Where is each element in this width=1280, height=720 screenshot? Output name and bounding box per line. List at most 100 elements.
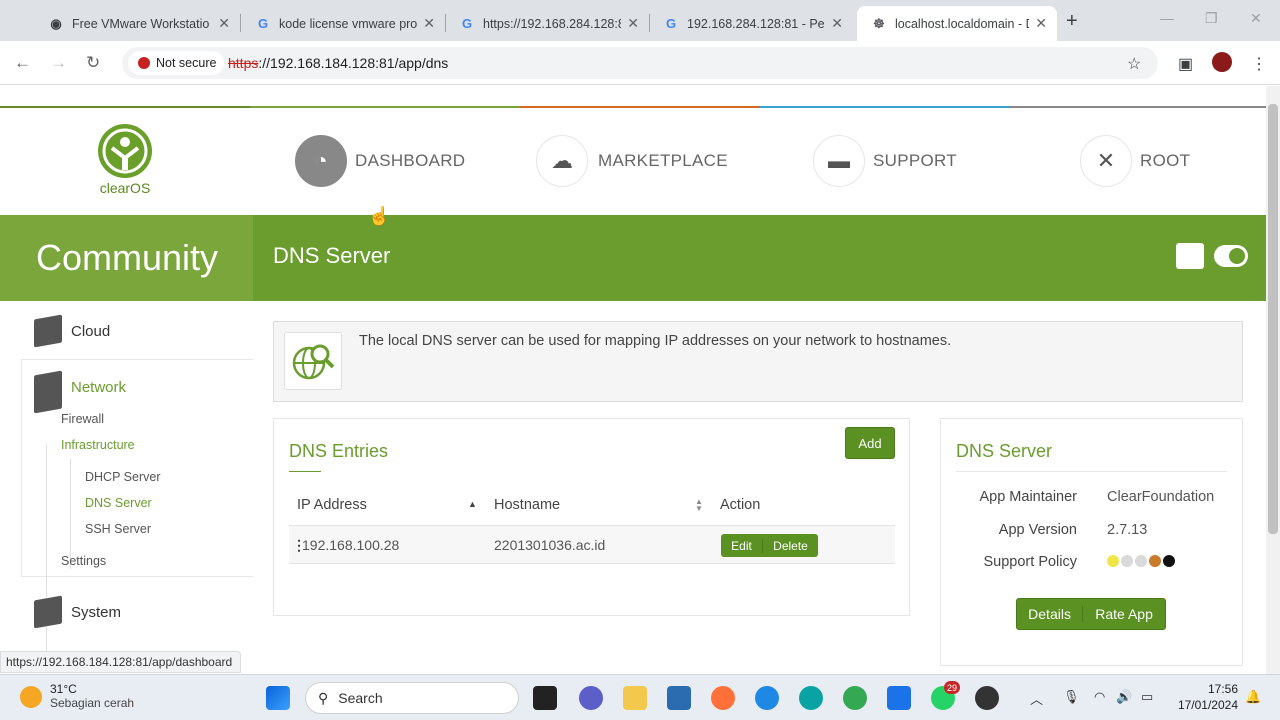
edit-button[interactable]: Edit (721, 538, 763, 553)
page-accent-bar (0, 106, 1266, 108)
security-indicator[interactable]: Not secure (128, 51, 225, 75)
browser-menu-icon[interactable]: ⋮ (1251, 54, 1267, 74)
browser-tab[interactable]: G https://192.168.284.128:8 ✕ (445, 6, 649, 41)
volume-icon[interactable]: 🔊 (1116, 689, 1132, 705)
taskbar-search[interactable]: ⚲ Search (305, 682, 519, 714)
taskbar-clock[interactable]: 17:56 17/01/2024 (1166, 681, 1238, 713)
battery-icon[interactable]: ▭ (1141, 689, 1153, 705)
back-icon[interactable]: ← (14, 53, 31, 73)
sidebar-item-cloud[interactable]: Cloud (71, 323, 110, 340)
sidebar-item-settings[interactable]: Settings (61, 554, 106, 568)
close-tab-icon[interactable]: ✕ (627, 15, 639, 32)
sidebar-item-ssh-server[interactable]: SSH Server (85, 522, 151, 536)
close-tab-icon[interactable]: ✕ (1035, 15, 1047, 32)
vmware-icon[interactable] (887, 686, 911, 710)
close-tab-icon[interactable]: ✕ (423, 15, 435, 32)
weather-widget[interactable]: 31°C Sebagian cerah (20, 682, 134, 710)
microphone-icon[interactable]: 🎙 (1063, 689, 1080, 705)
close-window-icon[interactable]: ✕ (1250, 10, 1262, 27)
address-bar[interactable]: Not secure https://192.168.184.128:81/ap… (122, 47, 1158, 79)
nav-marketplace[interactable]: ☁ MARKETPLACE (536, 134, 728, 188)
policy-dot (1163, 555, 1175, 567)
dashboard-gauge-icon: ◔ (295, 135, 347, 187)
notification-bell-icon[interactable]: 🔔 (1245, 689, 1261, 705)
delete-button[interactable]: Delete (763, 539, 818, 553)
profile-avatar[interactable] (1212, 52, 1232, 72)
column-header-hostname[interactable]: Hostname (494, 497, 560, 513)
minimize-icon[interactable]: — (1160, 10, 1174, 26)
sort-asc-icon[interactable]: ▲ (468, 499, 477, 509)
side-panel-icon[interactable]: ▣ (1178, 54, 1193, 74)
help-book-icon[interactable] (1176, 243, 1204, 269)
browser-tab[interactable]: G kode license vmware pro ✕ (241, 6, 445, 41)
browser-tab-active[interactable]: ☸ localhost.localdomain - D ✕ (857, 6, 1057, 41)
whatsapp-badge: 29 (944, 681, 961, 694)
policy-dot (1107, 555, 1119, 567)
nav-root[interactable]: ✕ ROOT (1080, 134, 1190, 188)
dns-globe-icon (284, 332, 342, 390)
app-icon[interactable] (755, 686, 779, 710)
maximize-icon[interactable]: ❐ (1205, 10, 1218, 27)
system-cube-icon (34, 595, 62, 629)
bookmark-star-icon[interactable]: ☆ (1127, 54, 1141, 74)
cloud-cube-icon (34, 314, 62, 348)
cloud-download-icon: ☁ (536, 135, 588, 187)
scrollbar-thumb[interactable] (1268, 104, 1278, 534)
reload-icon[interactable]: ↻ (86, 53, 100, 73)
inbox-icon: ▬ (813, 135, 865, 187)
clearos-logo[interactable]: clearOS (90, 124, 160, 204)
browser-tab-bar: ◉ Free VMware Workstation ✕ G kode licen… (0, 0, 1280, 41)
row-actions: Edit Delete (721, 534, 818, 557)
task-view-icon[interactable] (533, 686, 557, 710)
nav-support[interactable]: ▬ SUPPORT (813, 134, 957, 188)
maintainer-value: ClearFoundation (1107, 489, 1215, 505)
policy-dot (1121, 555, 1133, 567)
sidebar: Cloud Network Firewall Infrastructure DH… (0, 301, 253, 674)
chrome-icon[interactable] (843, 686, 867, 710)
teams-icon[interactable] (579, 686, 603, 710)
tools-icon: ✕ (1080, 135, 1132, 187)
sidebar-item-system[interactable]: System (71, 604, 121, 621)
wifi-icon[interactable]: ◠ (1094, 689, 1105, 705)
google-icon: G (665, 16, 677, 31)
close-tab-icon[interactable]: ✕ (831, 15, 843, 32)
file-explorer-icon[interactable] (623, 686, 647, 710)
url-text[interactable]: https://192.168.184.128:81/app/dns (228, 55, 448, 71)
add-entry-button[interactable]: Add (845, 427, 895, 459)
tray-overflow-icon[interactable]: ︿ (1030, 689, 1043, 708)
column-header-ip[interactable]: IP Address (297, 497, 367, 513)
app-info-title: DNS Server (956, 441, 1053, 461)
sidebar-item-infrastructure[interactable]: Infrastructure (61, 438, 135, 452)
rate-app-button[interactable]: Rate App (1083, 606, 1165, 622)
policy-dot (1149, 555, 1161, 567)
new-tab-button[interactable]: + (1066, 10, 1078, 33)
github-icon: ◉ (50, 15, 62, 31)
clearos-logo-icon (98, 124, 152, 178)
dns-entries-panel: DNS Entries Add IP Address ▲ Hostname ▲ ▼… (273, 418, 910, 616)
sidebar-item-network[interactable]: Network (71, 379, 126, 396)
store-icon[interactable] (667, 686, 691, 710)
browser-tab[interactable]: ◉ Free VMware Workstation ✕ (34, 6, 240, 41)
details-button[interactable]: Details (1017, 606, 1084, 622)
edge-icon[interactable] (799, 686, 823, 710)
nav-dashboard[interactable]: ◔ DASHBOARD (295, 134, 465, 188)
support-policy-label: Support Policy (983, 554, 1078, 570)
firefox-icon[interactable] (711, 686, 735, 710)
table-row: ⋮ 192.168.100.28 2201301036.ac.id Edit D… (289, 526, 895, 564)
forward-icon[interactable]: → (50, 53, 67, 73)
cell-ip: 192.168.100.28 (302, 537, 400, 553)
network-cube-icon (34, 370, 62, 414)
sidebar-item-dhcp-server[interactable]: DHCP Server (85, 470, 160, 484)
link-status-bar: https://192.168.184.128:81/app/dashboard (0, 651, 242, 673)
weather-sun-icon (20, 686, 42, 708)
view-toggle[interactable] (1214, 245, 1248, 267)
app-icon[interactable] (975, 686, 999, 710)
windows-start-icon[interactable] (266, 686, 290, 710)
close-tab-icon[interactable]: ✕ (218, 15, 230, 32)
sidebar-item-dns-server[interactable]: DNS Server (85, 496, 152, 510)
column-header-action: Action (720, 497, 761, 513)
version-value: 2.7.13 (1107, 522, 1148, 538)
browser-tab[interactable]: G 192.168.284.128:81 - Pen ✕ (649, 6, 853, 41)
sort-icon[interactable]: ▲ ▼ (695, 498, 703, 513)
sidebar-item-firewall[interactable]: Firewall (61, 412, 104, 426)
